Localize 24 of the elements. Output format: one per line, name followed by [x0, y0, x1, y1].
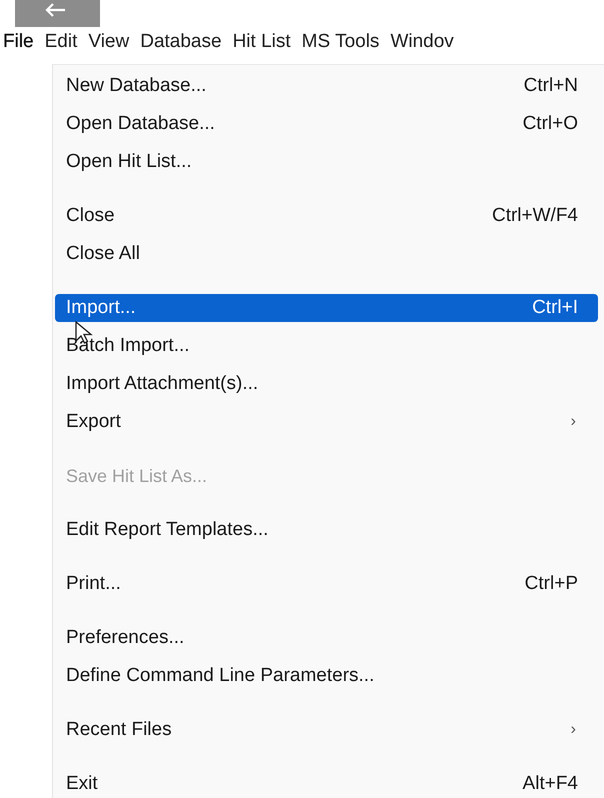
menu-item[interactable]: Open Database... Ctrl+O: [55, 105, 598, 143]
menu-item[interactable]: New Database... Ctrl+N: [55, 67, 598, 105]
menu-item[interactable]: Import... Ctrl+I: [55, 294, 598, 322]
menu-item[interactable]: Preferences...: [55, 619, 598, 657]
menu-item[interactable]: Define Command Line Parameters...: [55, 657, 598, 695]
menu-item[interactable]: Close Ctrl+W/F4: [55, 197, 598, 235]
back-arrow-icon: [43, 2, 67, 18]
menu-item[interactable]: Recent Files ›: [55, 711, 598, 749]
menu-bar-item[interactable]: View: [85, 28, 138, 56]
menu-item[interactable]: Export ›: [55, 403, 598, 441]
menu-bar-item[interactable]: MS Tools: [298, 28, 388, 56]
menu-item[interactable]: Exit Alt+F4: [55, 765, 598, 798]
back-button[interactable]: [15, 0, 100, 27]
menu-item[interactable]: Close All: [55, 235, 598, 273]
menu-bar-item[interactable]: Database: [137, 28, 230, 56]
menu-bar-item[interactable]: Edit: [42, 28, 86, 56]
menu-item[interactable]: Edit Report Templates...: [55, 511, 598, 549]
menu-bar-item[interactable]: Hit List: [230, 28, 299, 56]
menu-item[interactable]: Batch Import...: [55, 327, 598, 365]
menu-item[interactable]: Open Hit List...: [55, 143, 598, 181]
menu-item[interactable]: Import Attachment(s)...: [55, 365, 598, 403]
menu-bar-item[interactable]: File: [0, 28, 42, 56]
menu-item[interactable]: Print... Ctrl+P: [55, 565, 598, 603]
menu-bar-item[interactable]: Windov: [387, 28, 462, 56]
